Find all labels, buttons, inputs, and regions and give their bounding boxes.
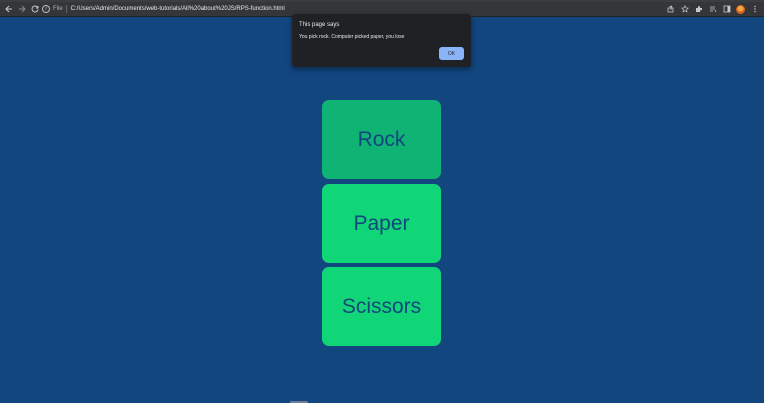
side-panel-icon[interactable]	[721, 4, 732, 15]
reload-icon[interactable]	[28, 3, 41, 16]
share-icon[interactable]	[665, 4, 676, 15]
media-control-icon[interactable]	[707, 4, 718, 15]
rock-button[interactable]: Rock	[322, 100, 441, 179]
kebab-menu-icon[interactable]	[749, 4, 760, 15]
file-scheme-label: File	[53, 5, 63, 12]
puzzle-icon[interactable]	[693, 4, 704, 15]
dialog-title: This page says	[299, 22, 340, 28]
arrow-right-icon[interactable]	[15, 3, 28, 16]
star-icon[interactable]	[679, 4, 690, 15]
alert-dialog: This page says You pick rock. Computer p…	[292, 14, 471, 67]
scissors-button[interactable]: Scissors	[322, 267, 441, 346]
paper-button[interactable]: Paper	[322, 184, 441, 263]
toolbar-actions	[665, 3, 760, 15]
dialog-message: You pick rock. Computer picked paper, yo…	[299, 34, 405, 40]
ok-button[interactable]: OK	[439, 47, 464, 60]
url-text[interactable]: C:/Users/Admin/Documents/web-tutorials/A…	[71, 6, 285, 12]
address-divider	[65, 4, 67, 13]
address-bar[interactable]: i File C:/Users/Admin/Documents/web-tuto…	[42, 3, 682, 14]
avatar[interactable]	[735, 4, 746, 15]
info-icon[interactable]: i	[42, 4, 50, 13]
arrow-left-icon[interactable]	[2, 3, 15, 16]
